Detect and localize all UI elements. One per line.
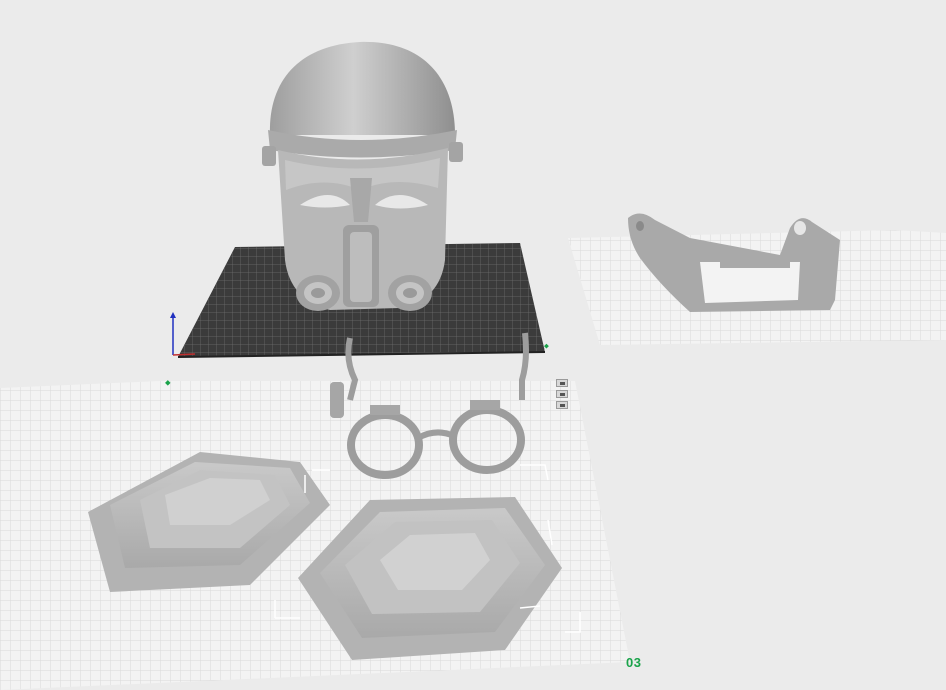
view-button[interactable] [556, 390, 568, 398]
3d-viewport[interactable]: ⬥ ⬥ 03 [0, 0, 946, 690]
plate-number-label: 03 [626, 655, 642, 670]
scene-canvas[interactable]: ⬥ ⬥ [0, 0, 946, 690]
plate-axis-marker: ⬥ [165, 378, 171, 387]
view-controls [556, 379, 570, 412]
view-button[interactable] [556, 401, 568, 409]
view-button[interactable] [556, 379, 568, 387]
dark-plate-marker: ⬥ [544, 343, 549, 350]
helmet-model[interactable] [262, 41, 463, 311]
